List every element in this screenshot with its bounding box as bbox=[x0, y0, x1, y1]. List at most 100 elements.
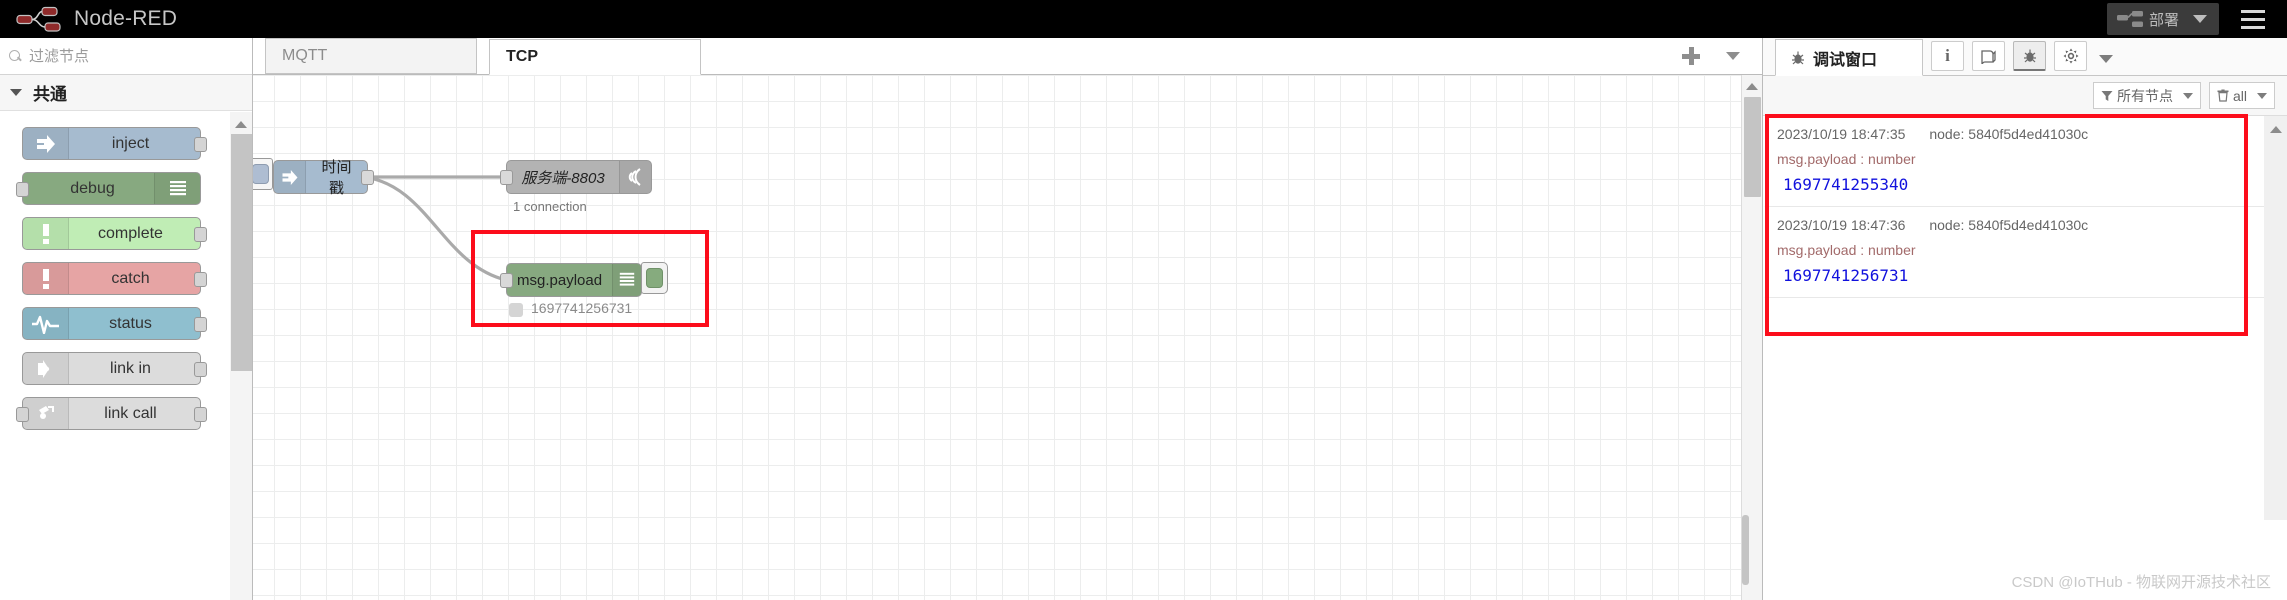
flow-node-label: 服务端-8803 bbox=[521, 169, 605, 187]
debug-message-value: 1697741255340 bbox=[1783, 175, 1909, 194]
debug-clear-label: all bbox=[2232, 87, 2247, 104]
exclamation-icon bbox=[23, 263, 69, 294]
palette-scrollbar[interactable] bbox=[230, 112, 252, 600]
deploy-label: 部署 bbox=[2148, 11, 2179, 29]
debug-clear-dropdown[interactable]: all bbox=[2208, 82, 2275, 109]
flow-tabs: MQTT TCP bbox=[253, 38, 1762, 75]
debug-message-header: 2023/10/19 18:47:35 node: 5840f5d4ed4103… bbox=[1777, 126, 2256, 142]
search-input[interactable] bbox=[29, 47, 229, 65]
bug-icon bbox=[1792, 51, 1804, 64]
help-book-icon[interactable] bbox=[1972, 41, 2005, 71]
node-output-port[interactable] bbox=[194, 272, 207, 287]
debug-message-node[interactable]: node: 5840f5d4ed41030c bbox=[1929, 217, 2088, 233]
flow-node-tcp-server[interactable]: 服务端-8803 1 connection bbox=[500, 160, 652, 214]
exclamation-icon bbox=[23, 218, 69, 249]
palette-node-label: catch bbox=[111, 269, 150, 287]
deploy-node-icon bbox=[2116, 11, 2143, 27]
debug-lines-icon bbox=[612, 264, 641, 296]
node-input-port[interactable] bbox=[16, 407, 29, 422]
flow-node-debug[interactable]: msg.payload 1697741256731 bbox=[500, 262, 668, 317]
deploy-button[interactable]: 部署 bbox=[2106, 3, 2219, 35]
palette-scrollbar-thumb[interactable] bbox=[231, 134, 252, 371]
debug-message-node[interactable]: node: 5840f5d4ed41030c bbox=[1929, 126, 2088, 142]
debug-message-value: 1697741256731 bbox=[1783, 266, 1909, 285]
sidebar-tab-label: 调试窗口 bbox=[1813, 51, 1878, 69]
tab-mqtt[interactable]: MQTT bbox=[265, 38, 477, 74]
pulse-wave-icon bbox=[23, 308, 69, 339]
debug-message-list[interactable]: 2023/10/19 18:47:35 node: 5840f5d4ed4103… bbox=[1763, 116, 2265, 520]
search-icon bbox=[9, 49, 22, 63]
chevron-down-icon bbox=[2182, 92, 2193, 99]
debug-message[interactable]: 2023/10/19 18:47:35 node: 5840f5d4ed4103… bbox=[1763, 116, 2264, 207]
node-output-port[interactable] bbox=[194, 317, 207, 332]
gear-icon[interactable] bbox=[2054, 41, 2087, 71]
bug-icon[interactable] bbox=[2013, 41, 2046, 71]
palette-category-common[interactable]: 共通 bbox=[0, 75, 252, 111]
palette-search-row bbox=[0, 38, 252, 75]
palette-node-label: status bbox=[109, 314, 152, 332]
node-input-port[interactable] bbox=[500, 273, 513, 288]
debug-scrollbar[interactable] bbox=[2264, 116, 2287, 520]
inject-arrow-icon bbox=[274, 161, 306, 193]
node-output-port[interactable] bbox=[194, 362, 207, 377]
tab-tcp[interactable]: TCP bbox=[489, 39, 701, 75]
palette-node-debug[interactable]: debug bbox=[16, 172, 201, 205]
filter-funnel-icon bbox=[2101, 90, 2113, 101]
debug-status-dot-icon bbox=[509, 303, 523, 317]
flow-node-status: 1697741256731 bbox=[531, 300, 633, 316]
flow-canvas-wrapper: 时间戳 服务端-8803 1 connection msg.payload 16… bbox=[253, 75, 1762, 600]
inject-trigger-button[interactable] bbox=[253, 158, 273, 190]
debug-message-timestamp: 2023/10/19 18:47:35 bbox=[1777, 126, 1906, 142]
app-header: Node-RED 部署 bbox=[0, 0, 2287, 38]
caret-up-icon[interactable] bbox=[1746, 83, 1758, 90]
sidebar-tab-debug[interactable]: 调试窗口 bbox=[1775, 39, 1923, 76]
node-output-port[interactable] bbox=[194, 407, 207, 422]
node-output-port[interactable] bbox=[194, 137, 207, 152]
canvas-scrollbar-secondary-thumb[interactable] bbox=[1742, 515, 1749, 585]
debug-filter-dropdown[interactable]: 所有节点 bbox=[2092, 82, 2201, 109]
debug-enable-toggle[interactable] bbox=[641, 262, 668, 294]
debug-message[interactable]: 2023/10/19 18:47:36 node: 5840f5d4ed4103… bbox=[1763, 207, 2264, 298]
node-input-port[interactable] bbox=[500, 170, 513, 185]
info-icon[interactable]: i bbox=[1931, 41, 1964, 71]
flow-canvas[interactable]: 时间戳 服务端-8803 1 connection msg.payload 16… bbox=[253, 75, 1762, 600]
palette-node-link-in[interactable]: link in bbox=[22, 352, 207, 385]
chevron-down-icon bbox=[2257, 92, 2267, 99]
palette-node-status[interactable]: status bbox=[22, 307, 207, 340]
node-output-port[interactable] bbox=[361, 170, 374, 185]
sidebar-toolbar: 所有节点 all bbox=[1763, 76, 2287, 116]
plus-icon[interactable] bbox=[1682, 47, 1700, 65]
node-palette: 共通 inject debug bbox=[0, 38, 253, 600]
flow-wires bbox=[363, 175, 507, 282]
flow-node-label: msg.payload bbox=[517, 271, 603, 289]
flow-node-inject[interactable]: 时间戳 bbox=[253, 158, 374, 197]
chevron-down-icon[interactable] bbox=[2193, 15, 2207, 23]
palette-node-label: complete bbox=[98, 224, 163, 242]
caret-up-icon[interactable] bbox=[235, 121, 247, 128]
palette-node-inject[interactable]: inject bbox=[22, 127, 207, 160]
palette-node-label: inject bbox=[111, 134, 150, 152]
palette-node-label: link in bbox=[110, 359, 151, 377]
flow-node-label: 时间戳 bbox=[321, 159, 352, 197]
link-call-icon bbox=[23, 398, 69, 429]
tab-label: TCP bbox=[506, 48, 538, 65]
node-input-port[interactable] bbox=[16, 182, 29, 197]
chevron-down-icon[interactable] bbox=[1726, 52, 1740, 60]
brand: Node-RED bbox=[16, 6, 177, 32]
palette-node-catch[interactable]: catch bbox=[22, 262, 207, 295]
inject-arrow-icon bbox=[23, 128, 69, 159]
palette-node-complete[interactable]: complete bbox=[22, 217, 207, 250]
broadcast-icon bbox=[619, 161, 651, 193]
caret-up-icon[interactable] bbox=[2270, 126, 2282, 133]
palette-category-label: 共通 bbox=[33, 85, 67, 104]
palette-node-link-call[interactable]: link call bbox=[16, 397, 207, 430]
chevron-down-icon bbox=[10, 89, 22, 96]
palette-node-label: link call bbox=[104, 404, 157, 422]
debug-message-header: 2023/10/19 18:47:36 node: 5840f5d4ed4103… bbox=[1777, 217, 2256, 233]
header-actions: 部署 bbox=[2106, 0, 2287, 38]
hamburger-menu-icon[interactable] bbox=[2229, 0, 2277, 38]
debug-message-topic: msg.payload : number bbox=[1777, 151, 1916, 167]
canvas-scrollbar-thumb[interactable] bbox=[1744, 97, 1761, 197]
node-output-port[interactable] bbox=[194, 227, 207, 242]
chevron-down-icon[interactable] bbox=[2099, 55, 2113, 63]
